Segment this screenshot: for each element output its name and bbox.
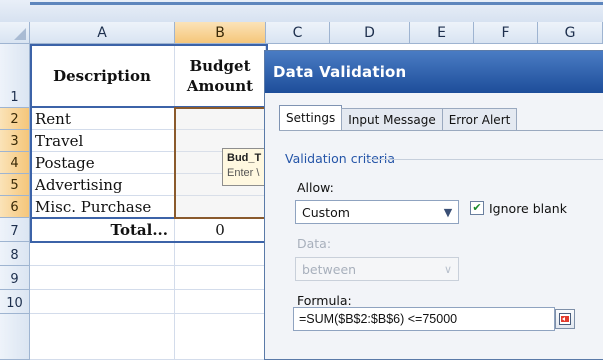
formula-label: Formula: — [297, 293, 352, 308]
column-header-e[interactable]: E — [410, 22, 474, 44]
row-header-7[interactable]: 7 — [0, 218, 30, 242]
dialog-body: Settings Input Message Error Alert Valid… — [265, 93, 603, 359]
cell-a9[interactable] — [30, 266, 175, 290]
data-validation-dialog: Data Validation Settings Input Message E… — [264, 50, 603, 360]
tab-error-alert[interactable]: Error Alert — [441, 108, 518, 130]
cell-b1[interactable]: Budget Amount — [175, 44, 266, 108]
chevron-down-icon[interactable]: ∨ — [438, 258, 458, 280]
cell-b11[interactable] — [175, 314, 266, 360]
cell-b6[interactable] — [175, 196, 266, 218]
data-select-value: between — [302, 261, 357, 277]
column-header-a[interactable]: A — [30, 22, 175, 44]
cell-a6[interactable]: Misc. Purchase — [30, 196, 175, 218]
row-header-4[interactable]: 4 — [0, 152, 30, 174]
section-separator — [367, 159, 603, 160]
chevron-down-icon[interactable]: ▼ — [438, 201, 458, 223]
formula-input[interactable]: =SUM($B$2:$B$6) <=75000 — [293, 307, 555, 331]
column-header-c[interactable]: C — [266, 22, 330, 44]
column-header-f[interactable]: F — [474, 22, 538, 44]
tab-settings[interactable]: Settings — [279, 105, 343, 130]
cell-a4[interactable]: Postage — [30, 152, 175, 174]
check-icon: ✔ — [472, 202, 482, 214]
row-header-9[interactable]: 9 — [0, 266, 30, 290]
row-header-11[interactable] — [0, 314, 30, 360]
cell-a8[interactable] — [30, 242, 175, 266]
tab-input-message[interactable]: Input Message — [341, 108, 443, 130]
cell-b2[interactable] — [175, 108, 266, 130]
cell-a2[interactable]: Rent — [30, 108, 175, 130]
dialog-title[interactable]: Data Validation — [265, 51, 603, 93]
data-select[interactable]: between ∨ — [295, 257, 459, 281]
column-header-d[interactable]: D — [330, 22, 410, 44]
data-label: Data: — [297, 236, 332, 251]
allow-label: Allow: — [297, 180, 334, 195]
cell-b8[interactable] — [175, 242, 266, 266]
row-header-2[interactable]: 2 — [0, 108, 30, 130]
row-header-6[interactable]: 6 — [0, 196, 30, 218]
allow-select-value: Custom — [302, 204, 350, 220]
row-header-10[interactable]: 10 — [0, 290, 30, 314]
ignore-blank-checkbox[interactable]: ✔ — [470, 201, 484, 215]
select-all-corner[interactable] — [0, 22, 30, 44]
tab-underline — [279, 130, 603, 131]
cell-b9[interactable] — [175, 266, 266, 290]
allow-select[interactable]: Custom ▼ — [295, 200, 459, 224]
cell-a7[interactable]: Total... — [30, 218, 175, 242]
cell-b10[interactable] — [175, 290, 266, 314]
cell-a3[interactable]: Travel — [30, 130, 175, 152]
row-header-1[interactable]: 1 — [0, 44, 30, 108]
column-header-b[interactable]: B — [175, 22, 266, 44]
cell-a5[interactable]: Advertising — [30, 174, 175, 196]
ignore-blank-label[interactable]: Ignore blank — [489, 201, 567, 216]
row-header-8[interactable]: 8 — [0, 242, 30, 266]
cell-a10[interactable] — [30, 290, 175, 314]
range-selector-icon — [559, 313, 571, 325]
range-selector-button[interactable] — [555, 309, 575, 329]
column-header-g[interactable]: G — [538, 22, 603, 44]
dialog-tabs: Settings Input Message Error Alert — [279, 105, 518, 130]
cell-a1[interactable]: Description — [30, 44, 175, 108]
row-header-5[interactable]: 5 — [0, 174, 30, 196]
cell-b7[interactable]: 0 — [175, 218, 266, 242]
cell-a11[interactable] — [30, 314, 175, 360]
row-header-3[interactable]: 3 — [0, 130, 30, 152]
ribbon-edge — [0, 0, 603, 23]
